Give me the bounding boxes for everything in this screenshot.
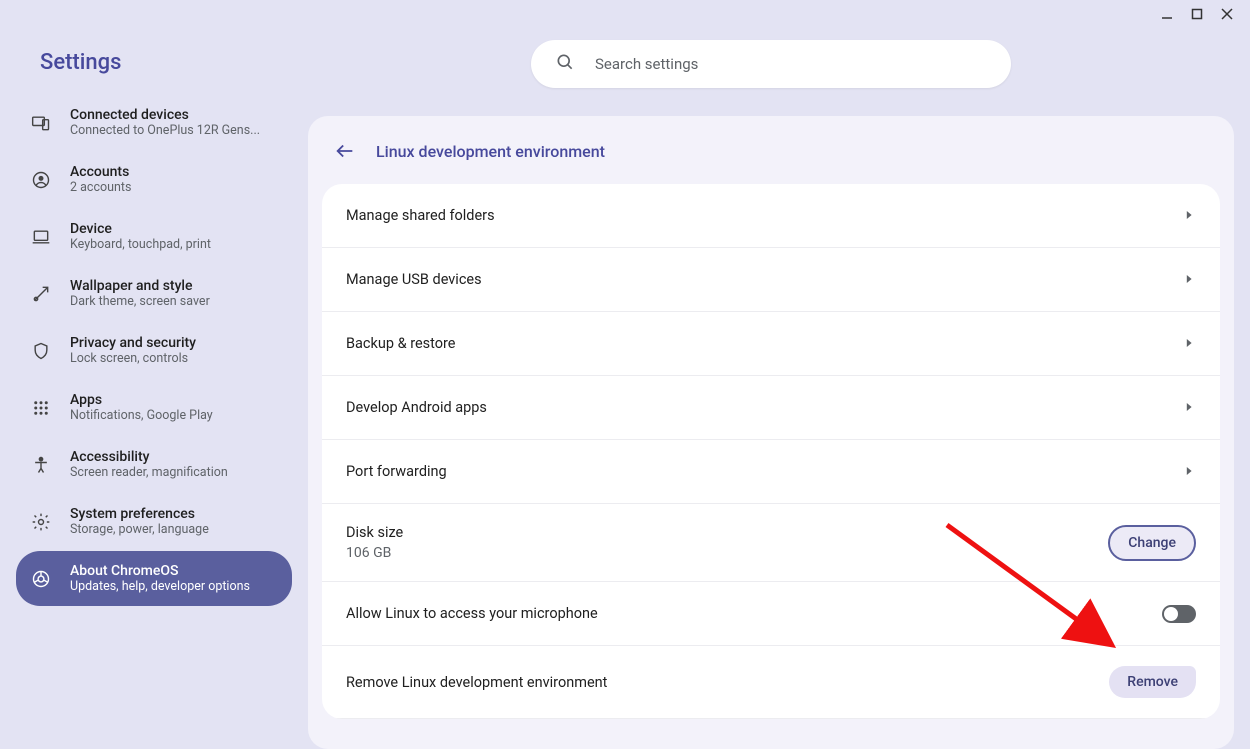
close-button[interactable] <box>1220 7 1234 21</box>
sidebar-item-privacy[interactable]: Privacy and security Lock screen, contro… <box>16 323 292 378</box>
row-label: Develop Android apps <box>346 399 487 416</box>
sidebar-item-sub: Screen reader, magnification <box>70 465 228 480</box>
remove-button[interactable]: Remove <box>1109 666 1196 698</box>
sidebar-item-sub: Lock screen, controls <box>70 351 196 366</box>
sidebar-item-label: Connected devices <box>70 107 260 123</box>
sidebar-item-accounts[interactable]: Accounts 2 accounts <box>16 152 292 207</box>
change-disk-button[interactable]: Change <box>1108 525 1196 561</box>
sidebar-item-accessibility[interactable]: Accessibility Screen reader, magnificati… <box>16 437 292 492</box>
row-port-forwarding[interactable]: Port forwarding <box>322 440 1220 504</box>
chevron-right-icon <box>1186 463 1196 480</box>
sidebar-item-apps[interactable]: Apps Notifications, Google Play <box>16 380 292 435</box>
minimize-button[interactable] <box>1160 7 1174 21</box>
sidebar-item-sub: 2 accounts <box>70 180 131 195</box>
row-label: Backup & restore <box>346 335 456 352</box>
row-mic-access: Allow Linux to access your microphone <box>322 582 1220 646</box>
shield-icon <box>30 340 52 362</box>
chevron-right-icon <box>1186 335 1196 352</box>
gear-icon <box>30 511 52 533</box>
row-label: Manage shared folders <box>346 207 495 224</box>
settings-panel: Linux development environment Manage sha… <box>308 116 1234 749</box>
sidebar-item-label: Accessibility <box>70 449 228 465</box>
row-backup-restore[interactable]: Backup & restore <box>322 312 1220 376</box>
sidebar-item-system[interactable]: System preferences Storage, power, langu… <box>16 494 292 549</box>
sidebar-item-label: Privacy and security <box>70 335 196 351</box>
settings-card: Manage shared folders Manage USB devices… <box>322 184 1220 719</box>
sidebar-item-about[interactable]: About ChromeOS Updates, help, developer … <box>16 551 292 606</box>
sidebar-item-label: Wallpaper and style <box>70 278 210 294</box>
sidebar-item-label: Accounts <box>70 164 131 180</box>
row-manage-shared-folders[interactable]: Manage shared folders <box>322 184 1220 248</box>
search-icon <box>555 52 575 76</box>
chrome-icon <box>30 568 52 590</box>
window-titlebar <box>0 0 1250 28</box>
sidebar-item-sub: Updates, help, developer options <box>70 579 250 594</box>
back-button[interactable] <box>332 138 358 164</box>
mic-label: Allow Linux to access your microphone <box>346 605 598 622</box>
sidebar-item-label: About ChromeOS <box>70 563 250 579</box>
row-develop-android[interactable]: Develop Android apps <box>322 376 1220 440</box>
search-input[interactable] <box>595 55 987 73</box>
sidebar-item-sub: Notifications, Google Play <box>70 408 213 423</box>
sidebar-item-sub: Keyboard, touchpad, print <box>70 237 211 252</box>
sidebar-item-label: System preferences <box>70 506 209 522</box>
account-icon <box>30 169 52 191</box>
app-title: Settings <box>16 40 292 95</box>
chevron-right-icon <box>1186 271 1196 288</box>
row-disk-size: Disk size 106 GB Change <box>322 504 1220 582</box>
sidebar-item-device[interactable]: Device Keyboard, touchpad, print <box>16 209 292 264</box>
sidebar-item-wallpaper[interactable]: Wallpaper and style Dark theme, screen s… <box>16 266 292 321</box>
sidebar-item-sub: Connected to OnePlus 12R Gens... <box>70 123 260 138</box>
laptop-icon <box>30 226 52 248</box>
remove-label: Remove Linux development environment <box>346 674 607 691</box>
disk-size-label: Disk size <box>346 524 403 541</box>
sidebar: Settings Connected devices Connected to … <box>0 28 308 749</box>
main-content: Linux development environment Manage sha… <box>308 28 1250 749</box>
chevron-right-icon <box>1186 207 1196 224</box>
sidebar-item-label: Apps <box>70 392 213 408</box>
page-title: Linux development environment <box>376 142 605 161</box>
apps-icon <box>30 397 52 419</box>
row-manage-usb[interactable]: Manage USB devices <box>322 248 1220 312</box>
row-label: Port forwarding <box>346 463 447 480</box>
sidebar-item-sub: Dark theme, screen saver <box>70 294 210 309</box>
accessibility-icon <box>30 454 52 476</box>
chevron-right-icon <box>1186 399 1196 416</box>
maximize-button[interactable] <box>1190 7 1204 21</box>
sidebar-item-label: Device <box>70 221 211 237</box>
palette-icon <box>30 283 52 305</box>
disk-size-value: 106 GB <box>346 545 403 561</box>
mic-toggle[interactable] <box>1162 605 1196 623</box>
devices-icon <box>30 112 52 134</box>
sidebar-item-sub: Storage, power, language <box>70 522 209 537</box>
search-bar[interactable] <box>531 40 1011 88</box>
row-remove-linux: Remove Linux development environment Rem… <box>322 646 1220 719</box>
sidebar-item-connected-devices[interactable]: Connected devices Connected to OnePlus 1… <box>16 95 292 150</box>
row-label: Manage USB devices <box>346 271 482 288</box>
